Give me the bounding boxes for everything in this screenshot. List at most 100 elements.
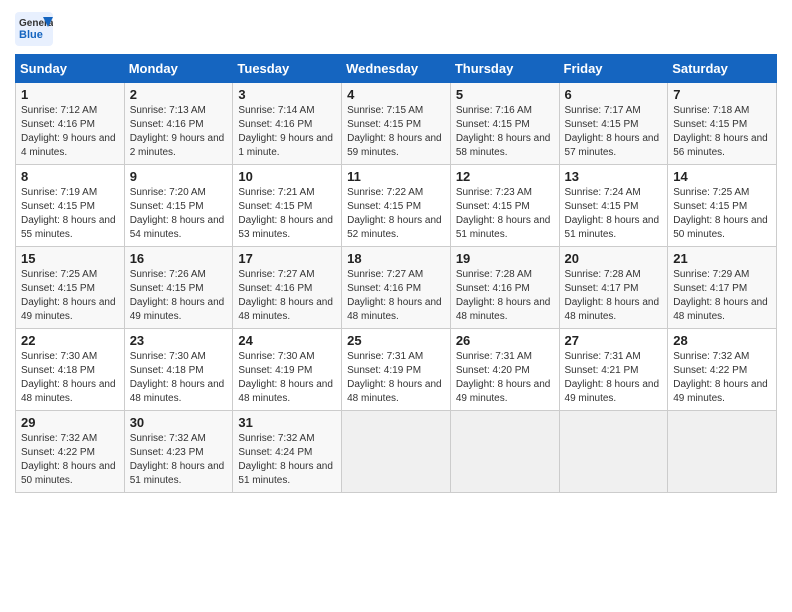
day-number: 19 bbox=[456, 251, 554, 266]
day-number: 13 bbox=[565, 169, 663, 184]
day-info: Sunrise: 7:25 AMSunset: 4:15 PMDaylight:… bbox=[673, 186, 771, 242]
calendar-cell: 8 Sunrise: 7:19 AMSunset: 4:15 PMDaylight… bbox=[16, 165, 125, 247]
day-info: Sunrise: 7:29 AMSunset: 4:17 PMDaylight:… bbox=[673, 268, 771, 324]
day-number: 17 bbox=[238, 251, 336, 266]
day-info: Sunrise: 7:21 AMSunset: 4:15 PMDaylight:… bbox=[238, 186, 336, 242]
logo: General Blue bbox=[15, 10, 53, 46]
calendar-cell: 4Sunrise: 7:15 AMSunset: 4:15 PMDaylight… bbox=[342, 83, 451, 165]
day-number: 24 bbox=[238, 333, 336, 348]
day-info: Sunrise: 7:32 AMSunset: 4:24 PMDaylight:… bbox=[238, 432, 336, 488]
day-info: Sunrise: 7:18 AMSunset: 4:15 PMDaylight:… bbox=[673, 104, 771, 160]
calendar-cell: 18 Sunrise: 7:27 AMSunset: 4:16 PMDayligh… bbox=[342, 247, 451, 329]
col-friday: Friday bbox=[559, 55, 668, 83]
day-number: 29 bbox=[21, 415, 119, 430]
calendar-cell: 10 Sunrise: 7:21 AMSunset: 4:15 PMDayligh… bbox=[233, 165, 342, 247]
calendar-cell: 23 Sunrise: 7:30 AMSunset: 4:18 PMDayligh… bbox=[124, 329, 233, 411]
calendar-week-4: 22 Sunrise: 7:30 AMSunset: 4:18 PMDayligh… bbox=[16, 329, 777, 411]
calendar-cell: 3 Sunrise: 7:14 AMSunset: 4:16 PMDaylight… bbox=[233, 83, 342, 165]
col-thursday: Thursday bbox=[450, 55, 559, 83]
day-number: 23 bbox=[130, 333, 228, 348]
calendar-cell: 30 Sunrise: 7:32 AMSunset: 4:23 PMDayligh… bbox=[124, 411, 233, 493]
calendar-cell: 7 Sunrise: 7:18 AMSunset: 4:15 PMDaylight… bbox=[668, 83, 777, 165]
calendar-cell: 14 Sunrise: 7:25 AMSunset: 4:15 PMDayligh… bbox=[668, 165, 777, 247]
day-number: 3 bbox=[238, 87, 336, 102]
calendar-cell: 22Sunrise: 7:30 AMSunset: 4:18 PMDayligh… bbox=[16, 329, 125, 411]
logo-icon: General Blue bbox=[15, 12, 53, 46]
calendar-cell: 27 Sunrise: 7:31 AMSunset: 4:21 PMDayligh… bbox=[559, 329, 668, 411]
day-number: 2 bbox=[130, 87, 228, 102]
calendar-cell: 29 Sunrise: 7:32 AMSunset: 4:22 PMDayligh… bbox=[16, 411, 125, 493]
calendar-cell: 28Sunrise: 7:32 AMSunset: 4:22 PMDayligh… bbox=[668, 329, 777, 411]
day-number: 27 bbox=[565, 333, 663, 348]
calendar-cell: 2 Sunrise: 7:13 AMSunset: 4:16 PMDaylight… bbox=[124, 83, 233, 165]
col-wednesday: Wednesday bbox=[342, 55, 451, 83]
day-info: Sunrise: 7:12 AMSunset: 4:16 PMDaylight:… bbox=[21, 104, 119, 160]
day-number: 22 bbox=[21, 333, 119, 348]
day-info: Sunrise: 7:19 AMSunset: 4:15 PMDaylight:… bbox=[21, 186, 119, 242]
calendar-cell: 20 Sunrise: 7:28 AMSunset: 4:17 PMDayligh… bbox=[559, 247, 668, 329]
day-number: 14 bbox=[673, 169, 771, 184]
day-number: 12 bbox=[456, 169, 554, 184]
day-info: Sunrise: 7:23 AMSunset: 4:15 PMDaylight:… bbox=[456, 186, 554, 242]
calendar-cell: 6Sunrise: 7:17 AMSunset: 4:15 PMDaylight… bbox=[559, 83, 668, 165]
calendar-cell: 1 Sunrise: 7:12 AMSunset: 4:16 PMDaylight… bbox=[16, 83, 125, 165]
day-info: Sunrise: 7:27 AMSunset: 4:16 PMDaylight:… bbox=[347, 268, 445, 324]
day-info: Sunrise: 7:30 AMSunset: 4:18 PMDaylight:… bbox=[130, 350, 228, 406]
day-info: Sunrise: 7:32 AMSunset: 4:23 PMDaylight:… bbox=[130, 432, 228, 488]
day-number: 20 bbox=[565, 251, 663, 266]
day-info: Sunrise: 7:16 AMSunset: 4:15 PMDaylight:… bbox=[456, 104, 554, 160]
col-sunday: Sunday bbox=[16, 55, 125, 83]
day-number: 4 bbox=[347, 87, 445, 102]
calendar-cell: 16 Sunrise: 7:26 AMSunset: 4:15 PMDayligh… bbox=[124, 247, 233, 329]
day-number: 9 bbox=[130, 169, 228, 184]
day-info: Sunrise: 7:26 AMSunset: 4:15 PMDaylight:… bbox=[130, 268, 228, 324]
calendar-cell: 19 Sunrise: 7:28 AMSunset: 4:16 PMDayligh… bbox=[450, 247, 559, 329]
col-tuesday: Tuesday bbox=[233, 55, 342, 83]
day-number: 10 bbox=[238, 169, 336, 184]
day-info: Sunrise: 7:31 AMSunset: 4:21 PMDaylight:… bbox=[565, 350, 663, 406]
day-info: Sunrise: 7:14 AMSunset: 4:16 PMDaylight:… bbox=[238, 104, 336, 160]
calendar-cell: 15 Sunrise: 7:25 AMSunset: 4:15 PMDayligh… bbox=[16, 247, 125, 329]
day-number: 21 bbox=[673, 251, 771, 266]
day-info: Sunrise: 7:31 AMSunset: 4:19 PMDaylight:… bbox=[347, 350, 445, 406]
day-info: Sunrise: 7:25 AMSunset: 4:15 PMDaylight:… bbox=[21, 268, 119, 324]
day-number: 5 bbox=[456, 87, 554, 102]
calendar-cell: 12 Sunrise: 7:23 AMSunset: 4:15 PMDayligh… bbox=[450, 165, 559, 247]
day-info: Sunrise: 7:24 AMSunset: 4:15 PMDaylight:… bbox=[565, 186, 663, 242]
calendar-cell: 9Sunrise: 7:20 AMSunset: 4:15 PMDaylight… bbox=[124, 165, 233, 247]
day-number: 6 bbox=[565, 87, 663, 102]
day-info: Sunrise: 7:32 AMSunset: 4:22 PMDaylight:… bbox=[673, 350, 771, 406]
day-number: 16 bbox=[130, 251, 228, 266]
calendar-week-1: 1 Sunrise: 7:12 AMSunset: 4:16 PMDaylight… bbox=[16, 83, 777, 165]
day-info: Sunrise: 7:13 AMSunset: 4:16 PMDaylight:… bbox=[130, 104, 228, 160]
day-info: Sunrise: 7:27 AMSunset: 4:16 PMDaylight:… bbox=[238, 268, 336, 324]
calendar-cell: 11Sunrise: 7:22 AMSunset: 4:15 PMDayligh… bbox=[342, 165, 451, 247]
day-info: Sunrise: 7:28 AMSunset: 4:17 PMDaylight:… bbox=[565, 268, 663, 324]
calendar-cell bbox=[450, 411, 559, 493]
calendar-cell: 17 Sunrise: 7:27 AMSunset: 4:16 PMDayligh… bbox=[233, 247, 342, 329]
calendar-cell bbox=[559, 411, 668, 493]
calendar-cell: 24Sunrise: 7:30 AMSunset: 4:19 PMDayligh… bbox=[233, 329, 342, 411]
day-info: Sunrise: 7:28 AMSunset: 4:16 PMDaylight:… bbox=[456, 268, 554, 324]
day-number: 31 bbox=[238, 415, 336, 430]
calendar-cell: 21 Sunrise: 7:29 AMSunset: 4:17 PMDayligh… bbox=[668, 247, 777, 329]
day-number: 15 bbox=[21, 251, 119, 266]
calendar-cell: 26Sunrise: 7:31 AMSunset: 4:20 PMDayligh… bbox=[450, 329, 559, 411]
page-header: General Blue bbox=[15, 10, 777, 46]
calendar-header-row: Sunday Monday Tuesday Wednesday Thursday… bbox=[16, 55, 777, 83]
day-number: 1 bbox=[21, 87, 119, 102]
day-number: 30 bbox=[130, 415, 228, 430]
calendar-cell: 31 Sunrise: 7:32 AMSunset: 4:24 PMDayligh… bbox=[233, 411, 342, 493]
day-info: Sunrise: 7:32 AMSunset: 4:22 PMDaylight:… bbox=[21, 432, 119, 488]
calendar-cell bbox=[668, 411, 777, 493]
day-number: 18 bbox=[347, 251, 445, 266]
calendar-cell: 5 Sunrise: 7:16 AMSunset: 4:15 PMDaylight… bbox=[450, 83, 559, 165]
day-number: 8 bbox=[21, 169, 119, 184]
day-info: Sunrise: 7:31 AMSunset: 4:20 PMDaylight:… bbox=[456, 350, 554, 406]
day-number: 25 bbox=[347, 333, 445, 348]
svg-text:Blue: Blue bbox=[19, 29, 43, 41]
day-number: 7 bbox=[673, 87, 771, 102]
calendar-table: Sunday Monday Tuesday Wednesday Thursday… bbox=[15, 54, 777, 493]
col-saturday: Saturday bbox=[668, 55, 777, 83]
calendar-cell: 25 Sunrise: 7:31 AMSunset: 4:19 PMDayligh… bbox=[342, 329, 451, 411]
